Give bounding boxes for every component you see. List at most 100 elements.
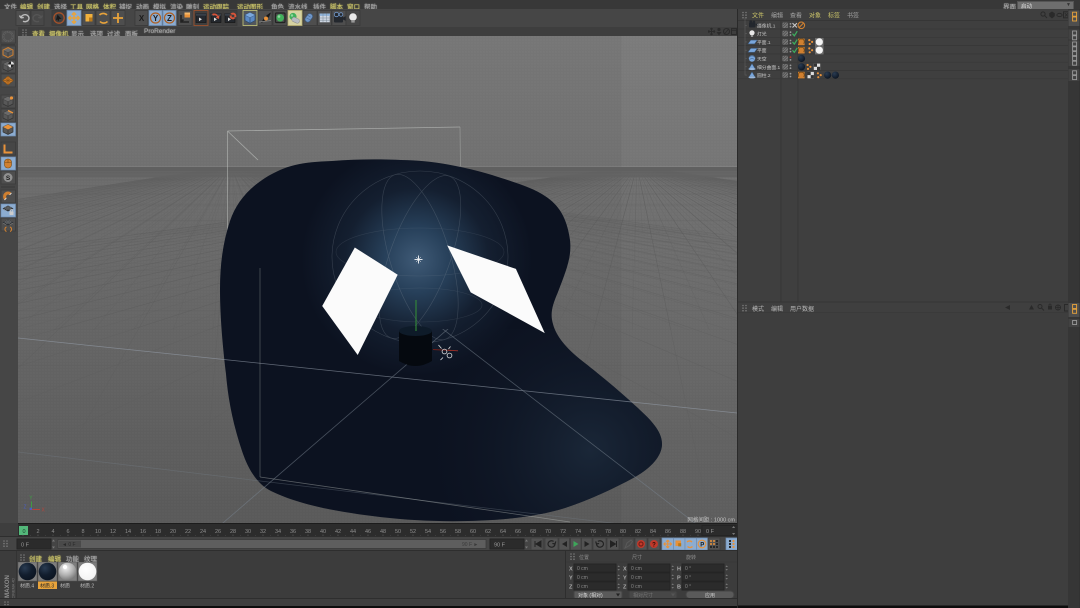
- svg-text:用户数据: 用户数据: [790, 305, 814, 313]
- svg-text:平面: 平面: [757, 48, 767, 54]
- svg-text:Z: Z: [569, 585, 573, 591]
- svg-text:72: 72: [560, 529, 566, 535]
- svg-text:0: 0: [22, 529, 25, 535]
- svg-text:16: 16: [140, 529, 146, 535]
- svg-text:42: 42: [335, 529, 341, 535]
- svg-text:H: H: [677, 567, 681, 573]
- svg-text:28: 28: [230, 529, 236, 535]
- svg-text:24: 24: [200, 529, 206, 535]
- svg-text:Y: Y: [569, 576, 573, 582]
- svg-text:文件: 文件: [752, 12, 764, 20]
- svg-text:26: 26: [215, 529, 221, 535]
- svg-text:64: 64: [500, 529, 506, 535]
- svg-text:旋转: 旋转: [686, 554, 696, 561]
- svg-text:74: 74: [575, 529, 581, 535]
- svg-text:68: 68: [530, 529, 536, 535]
- svg-text:0 cm: 0 cm: [631, 584, 642, 590]
- svg-text:82: 82: [635, 529, 641, 535]
- svg-text:灯光: 灯光: [757, 31, 767, 38]
- svg-text:10: 10: [95, 529, 101, 535]
- svg-text:天空: 天空: [757, 56, 767, 63]
- svg-text:88: 88: [680, 529, 686, 535]
- svg-text:材质.4: 材质.4: [20, 583, 34, 590]
- svg-text:B: B: [677, 585, 681, 591]
- svg-text:22: 22: [185, 529, 191, 535]
- svg-text:0 cm: 0 cm: [577, 584, 588, 590]
- svg-text:模式: 模式: [752, 305, 764, 313]
- svg-text:48: 48: [380, 529, 386, 535]
- svg-text:0 cm: 0 cm: [631, 575, 642, 581]
- svg-text:MAXON: MAXON: [4, 574, 11, 598]
- svg-text:材质.3: 材质.3: [40, 583, 54, 590]
- svg-text:14: 14: [125, 529, 131, 535]
- svg-text:84: 84: [650, 529, 656, 535]
- svg-text:P: P: [677, 576, 681, 582]
- svg-text:90 F: 90 F: [494, 543, 506, 549]
- svg-text:0 °: 0 °: [685, 575, 691, 581]
- svg-text:44: 44: [350, 529, 356, 535]
- svg-text:0 cm: 0 cm: [631, 566, 642, 572]
- svg-text:细分曲面.1: 细分曲面.1: [757, 64, 781, 71]
- svg-text:0 °: 0 °: [685, 584, 691, 590]
- svg-text:0 °: 0 °: [685, 566, 691, 572]
- svg-text:4: 4: [51, 529, 54, 535]
- svg-text:编辑: 编辑: [771, 305, 783, 313]
- svg-text:58: 58: [455, 529, 461, 535]
- svg-text:86: 86: [665, 529, 671, 535]
- svg-text:78: 78: [605, 529, 611, 535]
- svg-text:X: X: [623, 567, 627, 573]
- svg-text:P: P: [700, 543, 704, 549]
- svg-text:76: 76: [590, 529, 596, 535]
- svg-text:Z: Z: [167, 14, 172, 23]
- svg-text:查看: 查看: [790, 12, 802, 20]
- svg-text:6: 6: [66, 529, 69, 535]
- svg-text:材质.2: 材质.2: [80, 583, 94, 590]
- svg-text:S: S: [6, 175, 11, 182]
- svg-text:32: 32: [260, 529, 266, 535]
- svg-text:位置: 位置: [579, 554, 589, 561]
- svg-text:18: 18: [155, 529, 161, 535]
- svg-text:对象: 对象: [809, 12, 821, 20]
- svg-text:网格间距 : 1000 cm: 网格间距 : 1000 cm: [687, 516, 735, 524]
- svg-text:30: 30: [245, 529, 251, 535]
- svg-text:编辑: 编辑: [771, 12, 783, 20]
- svg-text:46: 46: [365, 529, 371, 535]
- svg-text:50: 50: [395, 529, 401, 535]
- svg-text:52: 52: [410, 529, 416, 535]
- svg-text:70: 70: [545, 529, 551, 535]
- svg-text:66: 66: [515, 529, 521, 535]
- svg-text:材质: 材质: [60, 583, 70, 590]
- svg-text:0 cm: 0 cm: [577, 566, 588, 572]
- svg-text:90 F ►: 90 F ►: [462, 542, 478, 548]
- svg-text:Y: Y: [623, 576, 627, 582]
- svg-text:54: 54: [425, 529, 431, 535]
- svg-text:X: X: [139, 14, 145, 23]
- svg-text:Z: Z: [24, 505, 27, 511]
- svg-text:12: 12: [110, 529, 116, 535]
- svg-text:38: 38: [305, 529, 311, 535]
- svg-text:X: X: [569, 567, 573, 573]
- svg-text:书签: 书签: [847, 12, 859, 20]
- svg-text:◄ 0 F: ◄ 0 F: [62, 542, 76, 548]
- svg-text:90: 90: [695, 529, 701, 535]
- svg-text:80: 80: [620, 529, 626, 535]
- svg-text:Z: Z: [623, 585, 627, 591]
- svg-text:56: 56: [440, 529, 446, 535]
- svg-text:圆柱.2: 圆柱.2: [757, 72, 771, 79]
- svg-text:60: 60: [470, 529, 476, 535]
- svg-text:平面.1: 平面.1: [757, 40, 771, 46]
- svg-text:34: 34: [275, 529, 281, 535]
- svg-text:2: 2: [36, 529, 39, 535]
- svg-text:36: 36: [290, 529, 296, 535]
- svg-text:CINEMA 4D: CINEMA 4D: [12, 578, 16, 599]
- svg-text:摄像机.1: 摄像机.1: [757, 22, 776, 29]
- svg-text:0 F: 0 F: [706, 529, 715, 535]
- svg-text:0 cm: 0 cm: [577, 575, 588, 581]
- svg-text:62: 62: [485, 529, 491, 535]
- svg-text:Y: Y: [153, 14, 159, 23]
- svg-text:?: ?: [652, 543, 656, 549]
- svg-text:尺寸: 尺寸: [632, 554, 642, 561]
- svg-text:20: 20: [170, 529, 176, 535]
- svg-text:8: 8: [81, 529, 84, 535]
- svg-text:40: 40: [320, 529, 326, 535]
